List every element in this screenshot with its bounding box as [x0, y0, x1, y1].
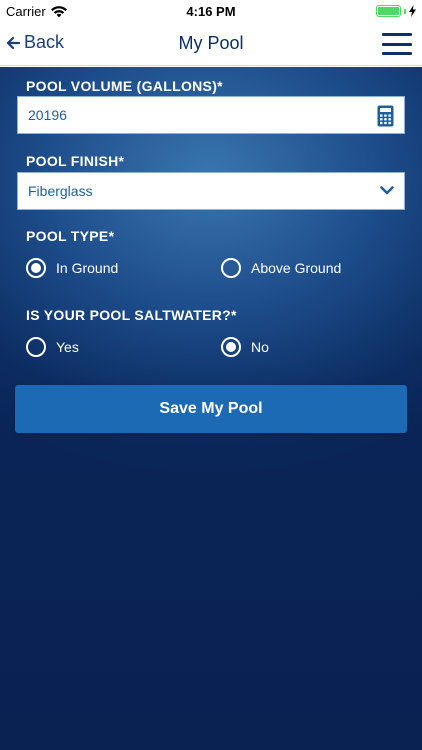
saltwater-option-label: Yes: [56, 339, 79, 355]
pool-type-option-label: In Ground: [56, 260, 119, 276]
charging-bolt-icon: [409, 5, 416, 17]
nav-bar: Back My Pool: [0, 22, 422, 66]
radio-checked-icon: [26, 258, 46, 278]
radio-unchecked-icon: [26, 337, 46, 357]
status-bar: Carrier 4:16 PM: [0, 0, 422, 22]
pool-finish-label: POOL FINISH*: [26, 153, 125, 169]
pool-finish-select[interactable]: Fiberglass: [17, 172, 405, 210]
calculator-icon[interactable]: [377, 105, 394, 127]
battery-icon: [376, 5, 401, 17]
pool-form: POOL VOLUME (GALLONS)* POOL FINISH* Fibe…: [0, 67, 422, 750]
hamburger-menu-icon[interactable]: [382, 31, 412, 57]
status-time: 4:16 PM: [186, 4, 236, 19]
pool-volume-label: POOL VOLUME (GALLONS)*: [26, 78, 223, 94]
save-my-pool-button[interactable]: Save My Pool: [15, 385, 407, 433]
radio-checked-icon: [221, 337, 241, 357]
pool-type-in-ground-radio[interactable]: In Ground: [26, 258, 118, 278]
battery-nub: [404, 8, 406, 14]
pool-finish-value: Fiberglass: [28, 183, 93, 199]
pool-type-label: POOL TYPE*: [26, 228, 115, 244]
pool-volume-field[interactable]: [17, 96, 405, 134]
page-title: My Pool: [178, 33, 244, 53]
saltwater-yes-radio[interactable]: Yes: [26, 337, 79, 357]
pool-type-above-ground-radio[interactable]: Above Ground: [221, 258, 341, 278]
pool-volume-input[interactable]: [28, 107, 348, 123]
radio-unchecked-icon: [221, 258, 241, 278]
saltwater-label: IS YOUR POOL SALTWATER?*: [26, 307, 237, 323]
saltwater-no-radio[interactable]: No: [221, 337, 269, 357]
status-right: [376, 5, 416, 17]
saltwater-option-label: No: [251, 339, 269, 355]
chevron-down-icon[interactable]: [380, 186, 394, 196]
pool-type-option-label: Above Ground: [251, 260, 342, 276]
